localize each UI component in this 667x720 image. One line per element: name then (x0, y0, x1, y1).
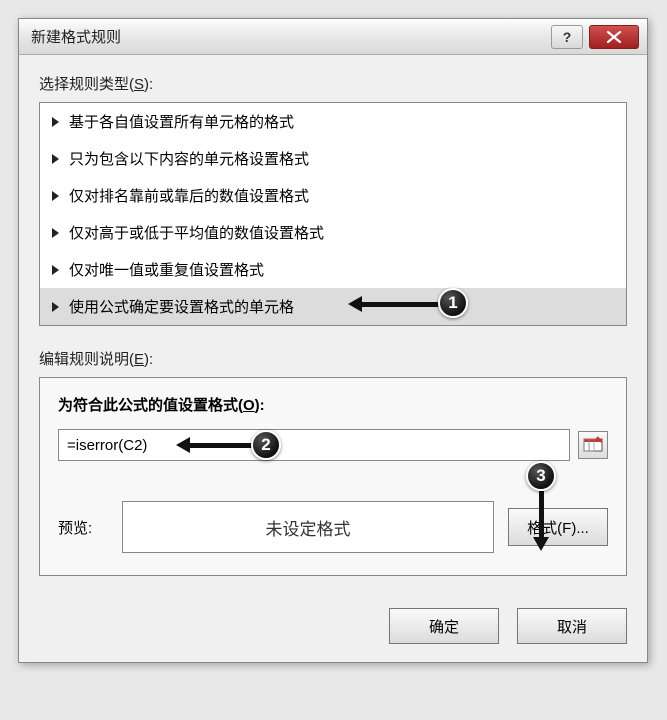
edit-rule-description-label: 编辑规则说明(E): (39, 348, 627, 369)
label-key: S (134, 76, 144, 93)
dialog-title: 新建格式规则 (27, 26, 545, 47)
formula-input[interactable] (58, 429, 570, 461)
select-rule-type-label: 选择规则类型(S): (39, 73, 627, 94)
rule-type-item[interactable]: 仅对高于或低于平均值的数值设置格式 (40, 214, 626, 251)
rule-type-label: 只为包含以下内容的单元格设置格式 (69, 148, 309, 169)
range-selector-button[interactable] (578, 431, 608, 459)
annotation-arrow (188, 443, 253, 448)
range-selector-icon (583, 436, 603, 454)
triangle-icon (52, 302, 59, 312)
rule-type-label: 仅对唯一值或重复值设置格式 (69, 259, 264, 280)
rule-type-label: 使用公式确定要设置格式的单元格 (69, 296, 294, 317)
rule-type-item[interactable]: 仅对唯一值或重复值设置格式 (40, 251, 626, 288)
label-key: O (243, 397, 255, 414)
label-text: 为符合此公式的值设置格式( (58, 397, 243, 414)
callout-badge-1: 1 (438, 288, 468, 318)
cancel-button[interactable]: 取消 (517, 608, 627, 644)
formula-row: 2 3 (58, 429, 608, 461)
edit-rule-box: 为符合此公式的值设置格式(O): 2 3 (39, 377, 627, 576)
label-close: ): (144, 351, 153, 368)
label-close: ): (255, 397, 265, 414)
help-button[interactable]: ? (551, 25, 583, 49)
annotation-arrow (360, 302, 440, 307)
new-formatting-rule-dialog: 新建格式规则 ? 选择规则类型(S): 基于各自值设置所有单元格的格式 只为包含… (18, 18, 648, 663)
label-close: ): (144, 76, 153, 93)
close-button[interactable] (589, 25, 639, 49)
triangle-icon (52, 228, 59, 238)
rule-type-item[interactable]: 基于各自值设置所有单元格的格式 (40, 103, 626, 140)
rule-type-label: 仅对排名靠前或靠后的数值设置格式 (69, 185, 309, 206)
rule-type-label: 基于各自值设置所有单元格的格式 (69, 111, 294, 132)
format-values-where-label: 为符合此公式的值设置格式(O): (58, 394, 608, 415)
callout-badge-2: 2 (251, 430, 281, 460)
rule-type-item[interactable]: 仅对排名靠前或靠后的数值设置格式 (40, 177, 626, 214)
rule-type-list: 基于各自值设置所有单元格的格式 只为包含以下内容的单元格设置格式 仅对排名靠前或… (39, 102, 627, 326)
triangle-icon (52, 191, 59, 201)
triangle-icon (52, 265, 59, 275)
dialog-button-row: 确定 取消 (19, 592, 647, 662)
triangle-icon (52, 154, 59, 164)
callout-badge-3: 3 (526, 461, 556, 491)
ok-button[interactable]: 确定 (389, 608, 499, 644)
triangle-icon (52, 117, 59, 127)
rule-type-item-selected[interactable]: 使用公式确定要设置格式的单元格 1 (40, 288, 626, 325)
preview-row: 预览: 未设定格式 格式(F)... (58, 501, 608, 553)
close-icon (606, 31, 622, 43)
label-text: 选择规则类型( (39, 76, 134, 93)
label-text: 编辑规则说明( (39, 351, 134, 368)
format-button[interactable]: 格式(F)... (508, 508, 608, 546)
rule-type-label: 仅对高于或低于平均值的数值设置格式 (69, 222, 324, 243)
preview-label: 预览: (58, 517, 108, 538)
rule-type-item[interactable]: 只为包含以下内容的单元格设置格式 (40, 140, 626, 177)
label-key: E (134, 351, 144, 368)
titlebar: 新建格式规则 ? (19, 19, 647, 55)
annotation-arrow (539, 491, 544, 539)
dialog-body: 选择规则类型(S): 基于各自值设置所有单元格的格式 只为包含以下内容的单元格设… (19, 55, 647, 592)
preview-box: 未设定格式 (122, 501, 494, 553)
